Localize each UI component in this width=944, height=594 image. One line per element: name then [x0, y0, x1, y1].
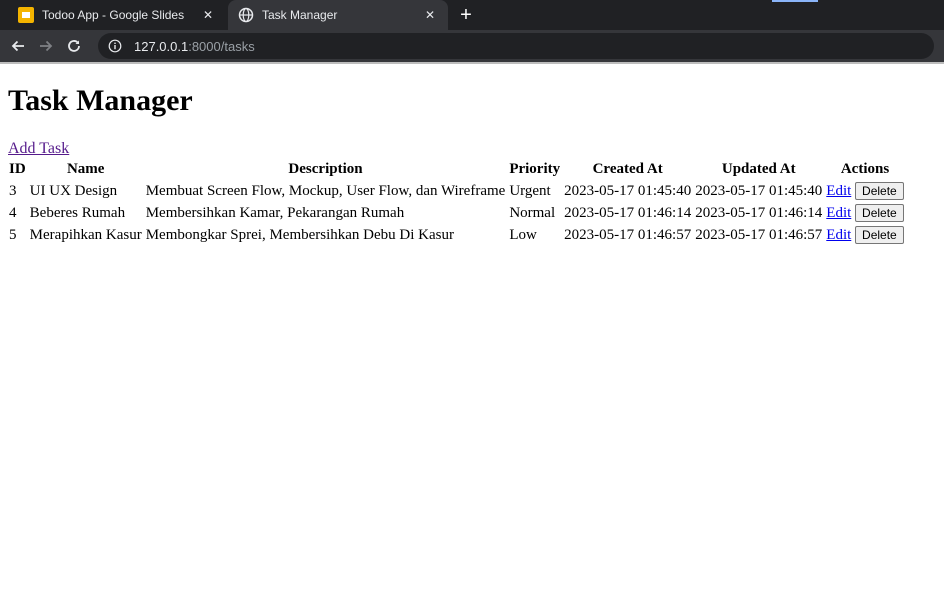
task-updated-at: 2023-05-17 01:46:57	[695, 226, 823, 243]
task-name: UI UX Design	[29, 182, 118, 199]
tab-task-manager[interactable]: Task Manager ✕	[228, 0, 448, 30]
reload-button[interactable]	[60, 32, 88, 60]
toolbar-divider	[0, 62, 944, 64]
column-header-name: Name	[66, 161, 105, 177]
page-title: Task Manager	[8, 84, 193, 117]
delete-button[interactable]: Delete	[855, 226, 904, 244]
add-task-link[interactable]: Add Task	[8, 140, 69, 158]
task-actions: Edit Delete	[825, 181, 904, 201]
url-path: :8000/tasks	[188, 38, 255, 54]
task-name: Merapihkan Kasur	[29, 226, 142, 243]
task-priority: Normal	[509, 204, 556, 221]
delete-button[interactable]: Delete	[855, 182, 904, 200]
globe-icon	[238, 7, 254, 23]
task-actions: Edit Delete	[825, 225, 904, 245]
task-id: 5	[9, 226, 17, 243]
reload-icon	[68, 40, 80, 52]
task-priority: Urgent	[509, 182, 551, 199]
edit-link[interactable]: Edit	[826, 183, 851, 199]
table-header-row: ID Name Description Priority Created At …	[8, 160, 905, 179]
column-header-id: ID	[9, 161, 26, 177]
task-id: 3	[9, 182, 17, 199]
column-header-priority: Priority	[509, 161, 561, 177]
new-tab-button[interactable]: +	[455, 4, 477, 26]
task-actions: Edit Delete	[825, 203, 904, 223]
column-header-actions: Actions	[840, 161, 890, 177]
task-priority: Low	[509, 226, 537, 243]
task-created-at: 2023-05-17 01:46:57	[564, 226, 692, 243]
column-header-updated-at: Updated At	[721, 161, 796, 177]
close-icon[interactable]: ✕	[422, 7, 438, 23]
edit-link[interactable]: Edit	[826, 227, 851, 243]
table-row: 4 Beberes Rumah Membersihkan Kamar, Peka…	[8, 203, 905, 223]
table-row: 3 UI UX Design Membuat Screen Flow, Mock…	[8, 181, 905, 201]
tab-title: Todoo App - Google Slides	[42, 8, 185, 22]
task-id: 4	[9, 204, 17, 221]
forward-button[interactable]	[32, 32, 60, 60]
google-slides-icon	[18, 7, 34, 23]
column-header-created-at: Created At	[592, 161, 663, 177]
tab-title: Task Manager	[262, 8, 338, 22]
table-row: 5 Merapihkan Kasur Membongkar Sprei, Mem…	[8, 225, 905, 245]
task-description: Membuat Screen Flow, Mockup, User Flow, …	[145, 182, 506, 199]
tasks-table: ID Name Description Priority Created At …	[6, 158, 907, 247]
browser-toolbar: 127.0.0.1:8000/tasks	[0, 30, 944, 62]
tab-google-slides[interactable]: Todoo App - Google Slides ✕	[8, 0, 226, 30]
browser-tab-bar: Todoo App - Google Slides ✕ Task Manager…	[0, 0, 944, 30]
task-created-at: 2023-05-17 01:46:14	[564, 204, 692, 221]
arrow-right-icon	[40, 40, 53, 52]
task-updated-at: 2023-05-17 01:45:40	[695, 182, 823, 199]
edit-link[interactable]: Edit	[826, 205, 851, 221]
task-name: Beberes Rumah	[29, 204, 126, 221]
address-bar[interactable]: 127.0.0.1:8000/tasks	[98, 33, 934, 59]
column-header-description: Description	[288, 161, 363, 177]
task-description: Membongkar Sprei, Membersihkan Debu Di K…	[145, 226, 454, 243]
url-host: 127.0.0.1	[134, 38, 189, 54]
task-created-at: 2023-05-17 01:45:40	[564, 182, 692, 199]
task-description: Membersihkan Kamar, Pekarangan Rumah	[145, 204, 405, 221]
task-updated-at: 2023-05-17 01:46:14	[695, 204, 823, 221]
back-button[interactable]	[4, 32, 32, 60]
page-content: Task Manager Add Task ID Name Descriptio…	[0, 84, 944, 247]
profile-accent	[772, 0, 818, 2]
info-icon[interactable]	[102, 39, 128, 53]
delete-button[interactable]: Delete	[855, 204, 904, 222]
close-icon[interactable]: ✕	[200, 7, 216, 23]
arrow-left-icon	[11, 40, 24, 52]
